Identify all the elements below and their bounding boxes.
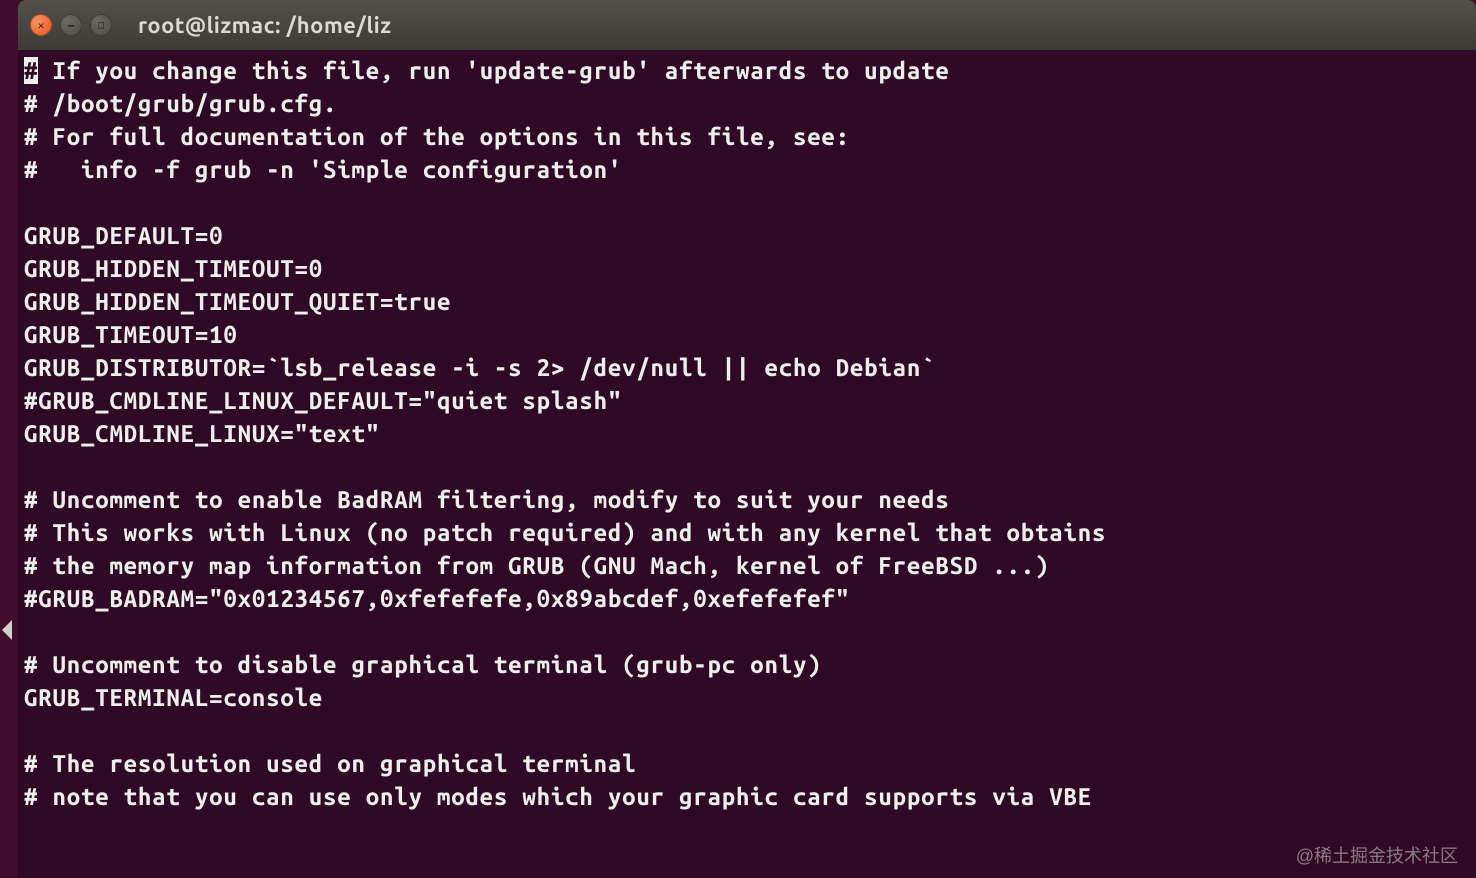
- titlebar[interactable]: root@lizmac: /home/liz: [18, 0, 1476, 50]
- terminal-body[interactable]: # If you change this file, run 'update-g…: [18, 50, 1476, 878]
- terminal-window: root@lizmac: /home/liz # If you change t…: [18, 0, 1476, 878]
- maximize-button[interactable]: [90, 14, 112, 36]
- terminal-text: If you change this file, run 'update-gru…: [24, 57, 1106, 810]
- window-controls: [30, 14, 112, 36]
- minimize-button[interactable]: [60, 14, 82, 36]
- unity-launcher-edge: [0, 0, 18, 878]
- close-button[interactable]: [30, 14, 52, 36]
- cursor: #: [24, 57, 38, 84]
- terminal-content[interactable]: # If you change this file, run 'update-g…: [24, 54, 1470, 813]
- watermark: @稀土掘金技术社区: [1296, 842, 1458, 868]
- window-title: root@lizmac: /home/liz: [138, 13, 392, 38]
